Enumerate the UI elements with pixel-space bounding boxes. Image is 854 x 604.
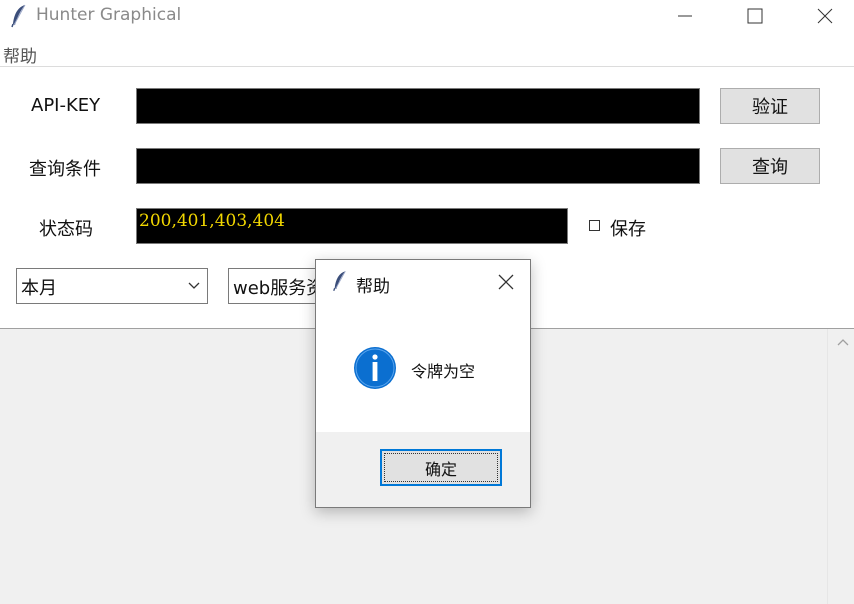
query-field[interactable] xyxy=(136,148,700,184)
feather-icon xyxy=(11,4,26,28)
vertical-scrollbar[interactable] xyxy=(827,329,854,604)
api-key-input[interactable] xyxy=(137,89,699,123)
save-label: 保存 xyxy=(610,219,646,240)
info-icon xyxy=(354,347,396,389)
ok-button[interactable]: 确定 xyxy=(380,449,502,486)
menu-help[interactable]: 帮助 xyxy=(3,42,37,67)
api-key-field[interactable] xyxy=(136,88,700,124)
api-key-label: API-KEY xyxy=(31,95,101,116)
verify-button[interactable]: 验证 xyxy=(720,88,820,124)
feather-icon xyxy=(333,270,346,291)
query-label: 查询条件 xyxy=(29,159,101,180)
dialog-close-icon[interactable] xyxy=(498,274,514,290)
dialog-title: 帮助 xyxy=(356,277,390,297)
query-input[interactable] xyxy=(137,149,699,183)
close-icon xyxy=(817,8,833,24)
menu-bar xyxy=(0,38,854,67)
chevron-up-icon[interactable] xyxy=(836,337,850,347)
status-code-input[interactable] xyxy=(137,209,567,233)
asset-type-select[interactable]: web服务资产 xyxy=(228,268,328,304)
save-checkbox[interactable] xyxy=(589,220,600,231)
help-dialog: 帮助 令牌为空 确定 xyxy=(315,259,531,508)
status-code-field[interactable] xyxy=(136,208,568,244)
status-code-label: 状态码 xyxy=(39,219,93,240)
query-button[interactable]: 查询 xyxy=(720,148,820,184)
chevron-down-icon xyxy=(188,282,200,289)
date-range-select[interactable]: 本月 xyxy=(16,268,208,304)
maximize-button[interactable] xyxy=(732,0,778,32)
date-range-value: 本月 xyxy=(21,278,57,299)
minimize-button[interactable] xyxy=(662,0,708,32)
asset-type-value: web服务资产 xyxy=(233,278,327,299)
minimize-icon xyxy=(678,15,692,17)
close-button[interactable] xyxy=(802,0,848,32)
dialog-message: 令牌为空 xyxy=(411,362,476,381)
window-title: Hunter Graphical xyxy=(36,5,182,25)
maximize-icon xyxy=(747,8,763,24)
